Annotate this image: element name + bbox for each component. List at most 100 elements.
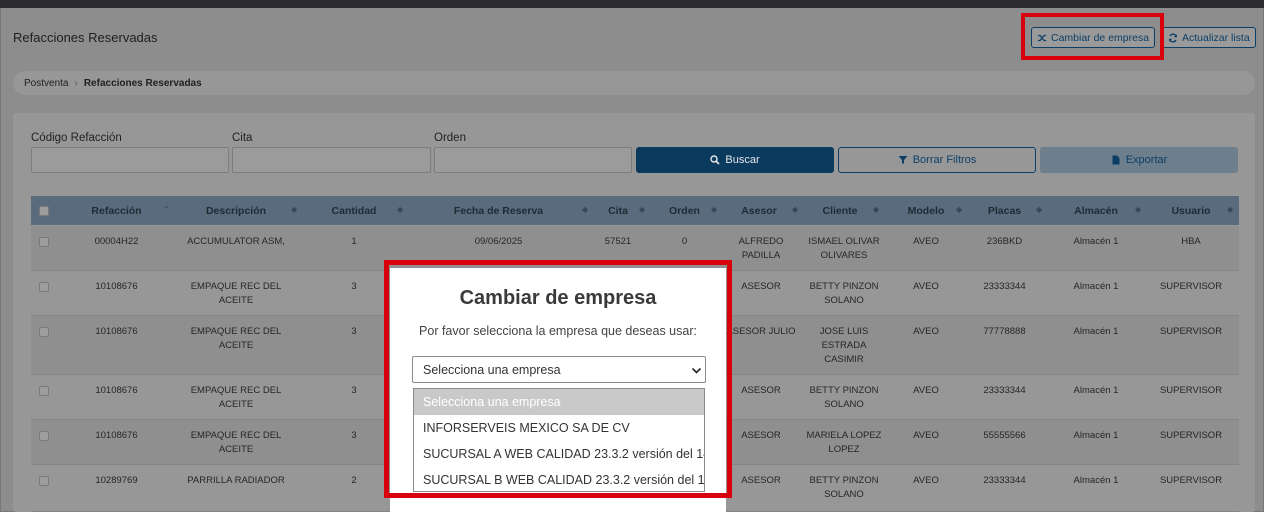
cell-cliente: BETTY PINZON SOLANO (809, 475, 879, 500)
codigo-input[interactable] (31, 147, 229, 173)
cell-cliente: BETTY PINZON SOLANO (809, 281, 879, 306)
highlight-box-modal (384, 260, 732, 498)
cell-usuario: SUPERVISOR (1159, 385, 1223, 396)
cell-modelo: AVEO (913, 475, 939, 486)
cell-almacen: Almacén 1 (1073, 236, 1119, 247)
filter-clear-icon (898, 156, 908, 164)
cell-refaccion: 10108676 (95, 281, 138, 292)
col-cliente[interactable]: Cliente (807, 196, 873, 225)
borrar-filtros-label: Borrar Filtros (912, 154, 977, 166)
sort-icon[interactable]: ◆ (711, 205, 717, 214)
breadcrumb-current: Refacciones Reservadas (83, 77, 202, 89)
row-checkbox[interactable] (39, 431, 49, 441)
cell-almacen: Almacén 1 (1073, 281, 1119, 292)
cell-descripcion: EMPAQUE REC DEL ACEITE (190, 281, 282, 306)
buscar-label: Buscar (725, 154, 760, 166)
sort-icon[interactable]: ◆ (397, 205, 403, 214)
col-usuario[interactable]: Usuario (1156, 196, 1226, 225)
row-checkbox[interactable] (39, 476, 49, 486)
cell-refaccion: 10289769 (95, 475, 138, 486)
cell-cliente: JOSE LUIS ESTRADA CASIMIR (819, 326, 869, 365)
col-almacen[interactable]: Almacén (1061, 196, 1131, 225)
cell-descripcion: PARRILLA RADIADOR (187, 475, 285, 486)
cell-modelo: AVEO (913, 236, 939, 247)
cell-refaccion: 00004H22 (94, 236, 139, 247)
exportar-button[interactable]: Exportar (1040, 147, 1238, 173)
sort-icon[interactable]: ◆ (1036, 205, 1042, 214)
cell-placas: 77778888 (983, 326, 1026, 337)
col-modelo[interactable]: Modelo (896, 196, 956, 225)
chevron-right-icon: › (74, 77, 78, 89)
sort-icon[interactable]: ◆ (1135, 205, 1141, 214)
col-refaccion[interactable]: Refacción (69, 196, 164, 225)
row-checkbox[interactable] (39, 327, 49, 337)
col-descripcion[interactable]: Descripción (186, 196, 286, 225)
cell-usuario: SUPERVISOR (1159, 281, 1223, 292)
cell-modelo: AVEO (913, 385, 939, 396)
breadcrumb-root[interactable]: Postventa (24, 78, 68, 89)
cell-asesor: ALFREDO PADILLA (738, 236, 784, 261)
col-asesor[interactable]: Asesor (729, 196, 789, 225)
highlight-box-header (1021, 13, 1164, 60)
sort-icon[interactable]: ◆ (792, 205, 798, 214)
orden-label: Orden (434, 132, 466, 144)
codigo-label: Código Refacción (31, 132, 122, 144)
col-orden[interactable]: Orden (657, 196, 712, 225)
col-placas[interactable]: Placas (977, 196, 1032, 225)
cell-descripcion: ACCUMULATOR ASM, (187, 236, 285, 247)
orden-input[interactable] (434, 147, 632, 173)
cita-label: Cita (232, 132, 253, 144)
cell-refaccion: 10108676 (95, 430, 138, 441)
cell-placas: 55555566 (983, 430, 1026, 441)
sort-icon[interactable]: ◆ (291, 205, 297, 214)
cell-cita: 57521 (604, 236, 632, 247)
cita-input[interactable] (232, 147, 431, 173)
actualizar-lista-button[interactable]: Actualizar lista (1162, 27, 1256, 48)
borrar-filtros-button[interactable]: Borrar Filtros (838, 147, 1036, 173)
row-checkbox[interactable] (39, 237, 49, 247)
select-all-checkbox[interactable] (39, 206, 49, 216)
cell-almacen: Almacén 1 (1073, 385, 1119, 396)
cell-cantidad: 1 (351, 236, 357, 247)
cell-almacen: Almacén 1 (1073, 326, 1119, 337)
row-checkbox[interactable] (39, 386, 49, 396)
col-fecha-reserva[interactable]: Fecha de Reserva (421, 196, 576, 225)
cell-usuario: SUPERVISOR (1159, 326, 1223, 337)
col-cita[interactable]: Cita (598, 196, 638, 225)
top-strip (0, 0, 1264, 8)
cell-cantidad: 2 (351, 475, 357, 486)
cell-descripcion: EMPAQUE REC DEL ACEITE (190, 430, 282, 455)
cell-modelo: AVEO (913, 281, 939, 292)
cell-cantidad: 3 (351, 385, 357, 396)
page-title: Refacciones Reservadas (13, 30, 158, 45)
table-header: Refacción ⌃ Descripción ◆ Cantidad ◆ Fec… (31, 196, 1239, 225)
sort-icon[interactable]: ◆ (1227, 205, 1233, 214)
cell-usuario: HBA (1181, 236, 1201, 247)
cell-placas: 23333344 (983, 385, 1026, 396)
cell-placas: 23333344 (983, 475, 1026, 486)
file-export-icon (1112, 155, 1120, 165)
cell-orden: 0 (681, 236, 688, 247)
cell-cantidad: 3 (351, 281, 357, 292)
sort-icon[interactable]: ◆ (873, 205, 879, 214)
sort-icon[interactable]: ◆ (639, 205, 645, 214)
cell-refaccion: 10108676 (95, 385, 138, 396)
cell-asesor: ASESOR (741, 281, 781, 292)
cell-asesor: ASESOR (741, 475, 781, 486)
actualizar-lista-label: Actualizar lista (1182, 31, 1250, 44)
exportar-label: Exportar (1125, 154, 1168, 166)
sort-icon[interactable]: ◆ (582, 205, 588, 214)
sort-icon[interactable]: ◆ (956, 205, 962, 214)
cell-asesor: ASESOR (741, 385, 781, 396)
search-icon (710, 155, 720, 165)
buscar-button[interactable]: Buscar (636, 147, 834, 173)
cell-modelo: AVEO (913, 326, 939, 337)
sort-asc-icon[interactable]: ⌃ (163, 205, 170, 214)
cell-descripcion: EMPAQUE REC DEL ACEITE (190, 326, 282, 351)
row-checkbox[interactable] (39, 282, 49, 292)
cell-asesor: ASESOR (741, 430, 781, 441)
cell-cliente: MARIELA LOPEZ LOPEZ (806, 430, 882, 455)
col-cantidad[interactable]: Cantidad (314, 196, 394, 225)
cell-usuario: SUPERVISOR (1159, 430, 1223, 441)
cell-placas: 23333344 (983, 281, 1026, 292)
